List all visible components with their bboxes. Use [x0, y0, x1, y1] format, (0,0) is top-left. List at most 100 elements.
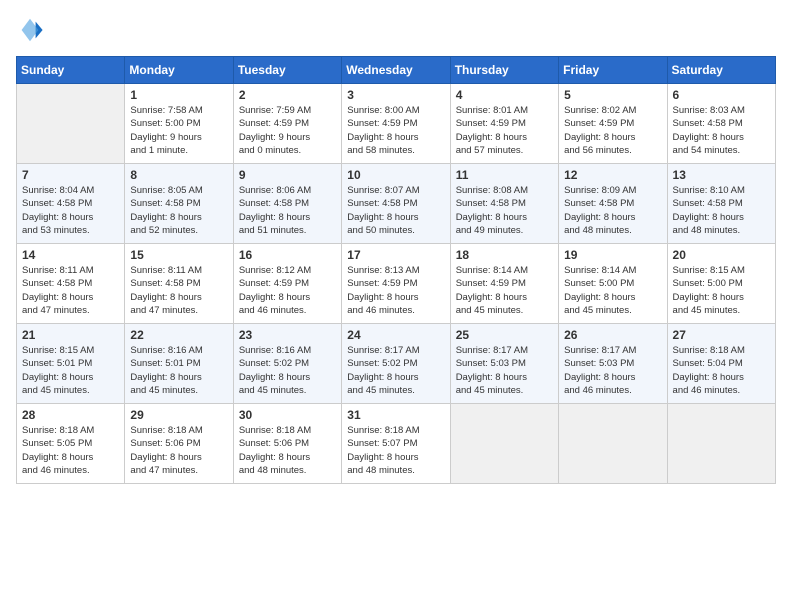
day-info: Sunrise: 8:13 AMSunset: 4:59 PMDaylight:…	[347, 264, 444, 317]
day-info: Sunrise: 8:14 AMSunset: 5:00 PMDaylight:…	[564, 264, 661, 317]
week-row-1: 1 Sunrise: 7:58 AMSunset: 5:00 PMDaylight…	[17, 84, 776, 164]
calendar-cell	[559, 404, 667, 484]
day-number: 24	[347, 328, 444, 342]
calendar-cell: 11 Sunrise: 8:08 AMSunset: 4:58 PMDayligh…	[450, 164, 558, 244]
calendar-body: 1 Sunrise: 7:58 AMSunset: 5:00 PMDaylight…	[17, 84, 776, 484]
day-number: 1	[130, 88, 227, 102]
day-info: Sunrise: 8:12 AMSunset: 4:59 PMDaylight:…	[239, 264, 336, 317]
day-number: 23	[239, 328, 336, 342]
day-header-monday: Monday	[125, 57, 233, 84]
day-number: 22	[130, 328, 227, 342]
day-info: Sunrise: 7:58 AMSunset: 5:00 PMDaylight:…	[130, 104, 227, 157]
day-number: 20	[673, 248, 770, 262]
day-info: Sunrise: 8:18 AMSunset: 5:06 PMDaylight:…	[239, 424, 336, 477]
logo	[16, 16, 48, 44]
day-info: Sunrise: 8:02 AMSunset: 4:59 PMDaylight:…	[564, 104, 661, 157]
calendar-cell: 21 Sunrise: 8:15 AMSunset: 5:01 PMDayligh…	[17, 324, 125, 404]
calendar-cell: 8 Sunrise: 8:05 AMSunset: 4:58 PMDaylight…	[125, 164, 233, 244]
day-info: Sunrise: 8:09 AMSunset: 4:58 PMDaylight:…	[564, 184, 661, 237]
day-number: 21	[22, 328, 119, 342]
day-number: 6	[673, 88, 770, 102]
calendar-cell: 4Sunrise: 8:01 AMSunset: 4:59 PMDaylight…	[450, 84, 558, 164]
calendar-cell	[17, 84, 125, 164]
day-number: 29	[130, 408, 227, 422]
calendar-cell: 23 Sunrise: 8:16 AMSunset: 5:02 PMDayligh…	[233, 324, 341, 404]
day-info: Sunrise: 8:16 AMSunset: 5:01 PMDaylight:…	[130, 344, 227, 397]
calendar-cell: 13 Sunrise: 8:10 AMSunset: 4:58 PMDayligh…	[667, 164, 775, 244]
day-number: 3	[347, 88, 444, 102]
day-header-thursday: Thursday	[450, 57, 558, 84]
calendar-cell: 29 Sunrise: 8:18 AMSunset: 5:06 PMDayligh…	[125, 404, 233, 484]
day-info: Sunrise: 8:18 AMSunset: 5:06 PMDaylight:…	[130, 424, 227, 477]
day-header-tuesday: Tuesday	[233, 57, 341, 84]
calendar-cell: 6 Sunrise: 8:03 AMSunset: 4:58 PMDaylight…	[667, 84, 775, 164]
day-info: Sunrise: 8:11 AMSunset: 4:58 PMDaylight:…	[22, 264, 119, 317]
day-number: 26	[564, 328, 661, 342]
calendar-cell: 3 Sunrise: 8:00 AMSunset: 4:59 PMDaylight…	[342, 84, 450, 164]
calendar-cell: 28 Sunrise: 8:18 AMSunset: 5:05 PMDayligh…	[17, 404, 125, 484]
day-info: Sunrise: 8:18 AMSunset: 5:04 PMDaylight:…	[673, 344, 770, 397]
day-info: Sunrise: 8:08 AMSunset: 4:58 PMDaylight:…	[456, 184, 553, 237]
day-info: Sunrise: 8:17 AMSunset: 5:03 PMDaylight:…	[456, 344, 553, 397]
calendar-cell: 20 Sunrise: 8:15 AMSunset: 5:00 PMDayligh…	[667, 244, 775, 324]
day-number: 19	[564, 248, 661, 262]
calendar-cell: 24 Sunrise: 8:17 AMSunset: 5:02 PMDayligh…	[342, 324, 450, 404]
day-info: Sunrise: 8:05 AMSunset: 4:58 PMDaylight:…	[130, 184, 227, 237]
day-header-saturday: Saturday	[667, 57, 775, 84]
day-number: 16	[239, 248, 336, 262]
day-number: 5	[564, 88, 661, 102]
day-info: Sunrise: 8:10 AMSunset: 4:58 PMDaylight:…	[673, 184, 770, 237]
calendar-cell: 1 Sunrise: 7:58 AMSunset: 5:00 PMDaylight…	[125, 84, 233, 164]
calendar-cell	[450, 404, 558, 484]
day-info: Sunrise: 8:03 AMSunset: 4:58 PMDaylight:…	[673, 104, 770, 157]
calendar-header-row: SundayMondayTuesdayWednesdayThursdayFrid…	[17, 57, 776, 84]
day-info: Sunrise: 8:18 AMSunset: 5:05 PMDaylight:…	[22, 424, 119, 477]
day-number: 28	[22, 408, 119, 422]
day-number: 27	[673, 328, 770, 342]
day-info: Sunrise: 8:15 AMSunset: 5:00 PMDaylight:…	[673, 264, 770, 317]
day-number: 8	[130, 168, 227, 182]
day-number: 14	[22, 248, 119, 262]
day-number: 18	[456, 248, 553, 262]
day-info: Sunrise: 8:14 AMSunset: 4:59 PMDaylight:…	[456, 264, 553, 317]
day-info: Sunrise: 8:17 AMSunset: 5:02 PMDaylight:…	[347, 344, 444, 397]
page-header	[16, 16, 776, 44]
day-header-sunday: Sunday	[17, 57, 125, 84]
calendar-cell: 30Sunrise: 8:18 AMSunset: 5:06 PMDayligh…	[233, 404, 341, 484]
day-info: Sunrise: 8:00 AMSunset: 4:59 PMDaylight:…	[347, 104, 444, 157]
day-info: Sunrise: 8:18 AMSunset: 5:07 PMDaylight:…	[347, 424, 444, 477]
day-number: 15	[130, 248, 227, 262]
calendar-cell: 14 Sunrise: 8:11 AMSunset: 4:58 PMDayligh…	[17, 244, 125, 324]
day-number: 25	[456, 328, 553, 342]
day-number: 10	[347, 168, 444, 182]
day-number: 13	[673, 168, 770, 182]
day-info: Sunrise: 8:15 AMSunset: 5:01 PMDaylight:…	[22, 344, 119, 397]
day-info: Sunrise: 8:01 AMSunset: 4:59 PMDaylight:…	[456, 104, 553, 157]
day-header-friday: Friday	[559, 57, 667, 84]
week-row-5: 28 Sunrise: 8:18 AMSunset: 5:05 PMDayligh…	[17, 404, 776, 484]
day-header-wednesday: Wednesday	[342, 57, 450, 84]
calendar-cell: 18 Sunrise: 8:14 AMSunset: 4:59 PMDayligh…	[450, 244, 558, 324]
day-info: Sunrise: 8:04 AMSunset: 4:58 PMDaylight:…	[22, 184, 119, 237]
day-info: Sunrise: 7:59 AMSunset: 4:59 PMDaylight:…	[239, 104, 336, 157]
day-info: Sunrise: 8:07 AMSunset: 4:58 PMDaylight:…	[347, 184, 444, 237]
calendar-cell: 31Sunrise: 8:18 AMSunset: 5:07 PMDayligh…	[342, 404, 450, 484]
day-number: 9	[239, 168, 336, 182]
calendar-cell: 19 Sunrise: 8:14 AMSunset: 5:00 PMDayligh…	[559, 244, 667, 324]
day-number: 2	[239, 88, 336, 102]
calendar-cell: 16 Sunrise: 8:12 AMSunset: 4:59 PMDayligh…	[233, 244, 341, 324]
week-row-3: 14 Sunrise: 8:11 AMSunset: 4:58 PMDayligh…	[17, 244, 776, 324]
calendar-cell: 9 Sunrise: 8:06 AMSunset: 4:58 PMDaylight…	[233, 164, 341, 244]
day-info: Sunrise: 8:16 AMSunset: 5:02 PMDaylight:…	[239, 344, 336, 397]
calendar-cell: 27 Sunrise: 8:18 AMSunset: 5:04 PMDayligh…	[667, 324, 775, 404]
day-number: 11	[456, 168, 553, 182]
calendar-cell: 10 Sunrise: 8:07 AMSunset: 4:58 PMDayligh…	[342, 164, 450, 244]
calendar-cell: 26Sunrise: 8:17 AMSunset: 5:03 PMDayligh…	[559, 324, 667, 404]
week-row-4: 21 Sunrise: 8:15 AMSunset: 5:01 PMDayligh…	[17, 324, 776, 404]
logo-icon	[16, 16, 44, 44]
day-info: Sunrise: 8:06 AMSunset: 4:58 PMDaylight:…	[239, 184, 336, 237]
calendar-cell: 5 Sunrise: 8:02 AMSunset: 4:59 PMDaylight…	[559, 84, 667, 164]
calendar-cell	[667, 404, 775, 484]
calendar-cell: 17Sunrise: 8:13 AMSunset: 4:59 PMDayligh…	[342, 244, 450, 324]
day-info: Sunrise: 8:11 AMSunset: 4:58 PMDaylight:…	[130, 264, 227, 317]
